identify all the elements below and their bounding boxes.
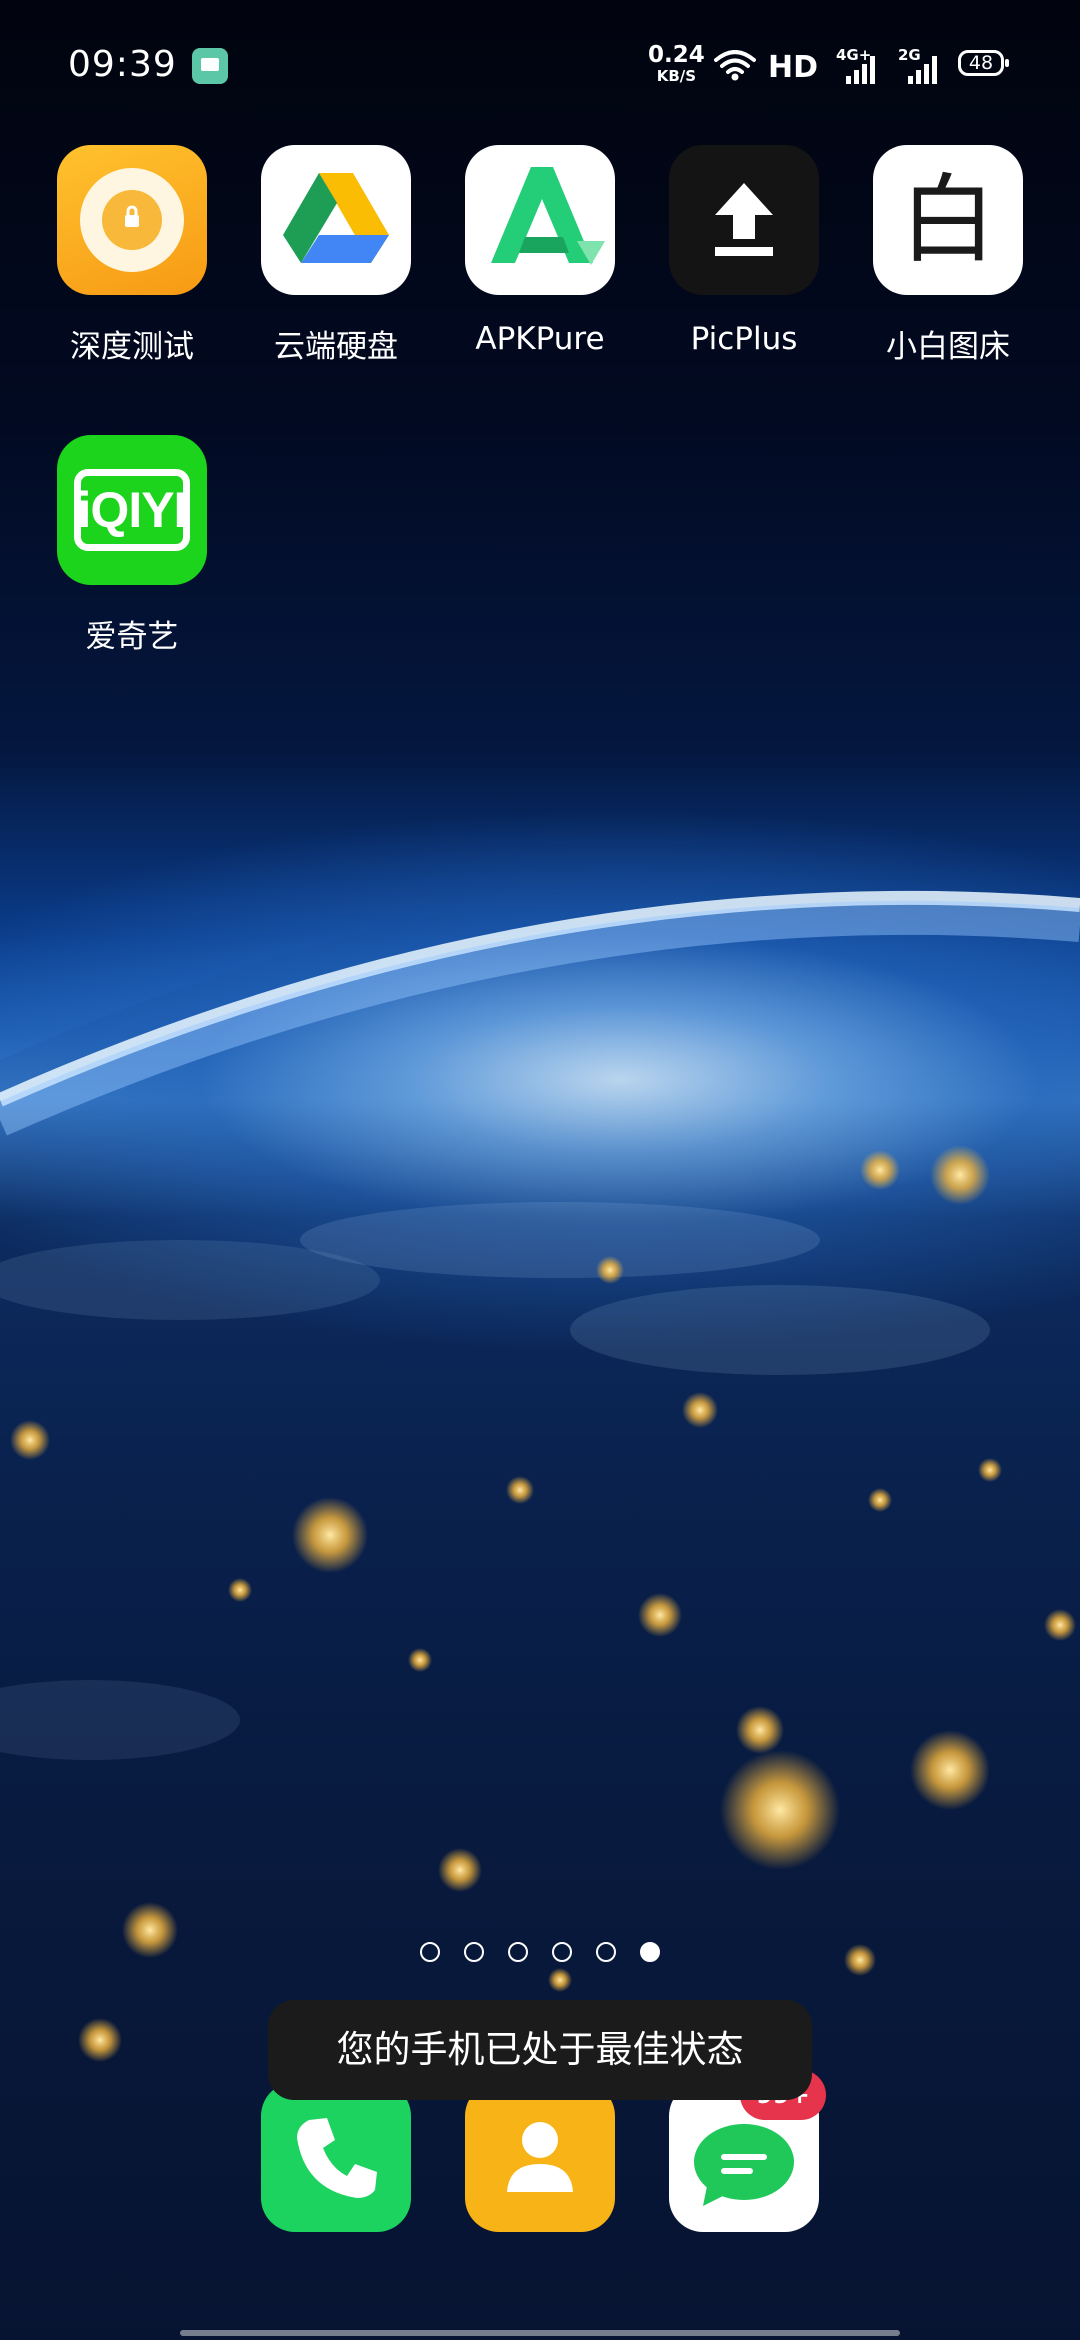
deep-test-icon	[57, 145, 207, 295]
page-dot[interactable]	[552, 1942, 572, 1962]
app-label: 云端硬盘	[274, 329, 398, 365]
gesture-navigation-bar[interactable]	[180, 2330, 900, 2336]
app-label: 爱奇艺	[85, 619, 179, 655]
page-dot[interactable]	[464, 1942, 484, 1962]
clock: 09:39	[68, 44, 177, 85]
app-deep-test[interactable]: 深度测试	[32, 145, 232, 366]
google-drive-icon	[261, 145, 411, 295]
app-label: PicPlus	[690, 321, 798, 357]
app-apkpure[interactable]: APKPure	[440, 145, 640, 357]
hd-voice-indicator: HD	[768, 50, 819, 85]
status-bar: 09:39 0.24 KB/S HD 4G+ 2G 48	[0, 0, 1080, 130]
battery-icon: 48	[958, 50, 1009, 76]
iqiyi-logo-text: iQIYI	[77, 482, 188, 538]
page-dot-active[interactable]	[640, 1942, 660, 1962]
app-label: 深度测试	[70, 329, 194, 365]
page-dot[interactable]	[596, 1942, 616, 1962]
page-dot[interactable]	[508, 1942, 528, 1962]
app-label: 小白图床	[886, 329, 1010, 365]
page-dot[interactable]	[420, 1942, 440, 1962]
phone-icon[interactable]	[261, 2082, 411, 2232]
app-google-drive[interactable]: 云端硬盘	[236, 145, 436, 366]
network-speed: 0.24 KB/S	[648, 44, 705, 84]
page-indicator[interactable]	[0, 1942, 1080, 1966]
wifi-icon	[714, 50, 756, 81]
toast-message: 您的手机已处于最佳状态	[268, 2000, 812, 2100]
network-speed-unit: KB/S	[656, 67, 697, 85]
network-speed-value: 0.24	[648, 42, 705, 68]
message-notification-icon	[192, 48, 228, 84]
app-iqiyi[interactable]: iQIYI 爱奇艺	[32, 435, 232, 656]
apkpure-icon	[465, 145, 615, 295]
iqiyi-icon: iQIYI	[57, 435, 207, 585]
picplus-upload-icon	[669, 145, 819, 295]
xiaobai-icon: 白	[873, 145, 1023, 295]
app-picplus[interactable]: PicPlus	[644, 145, 844, 357]
signal-bars-icon	[846, 54, 876, 84]
app-label: APKPure	[475, 321, 605, 357]
signal-bars-icon	[908, 54, 938, 84]
app-xiaobai-tuchuang[interactable]: 白 小白图床	[848, 145, 1048, 366]
contacts-icon[interactable]	[465, 2082, 615, 2232]
